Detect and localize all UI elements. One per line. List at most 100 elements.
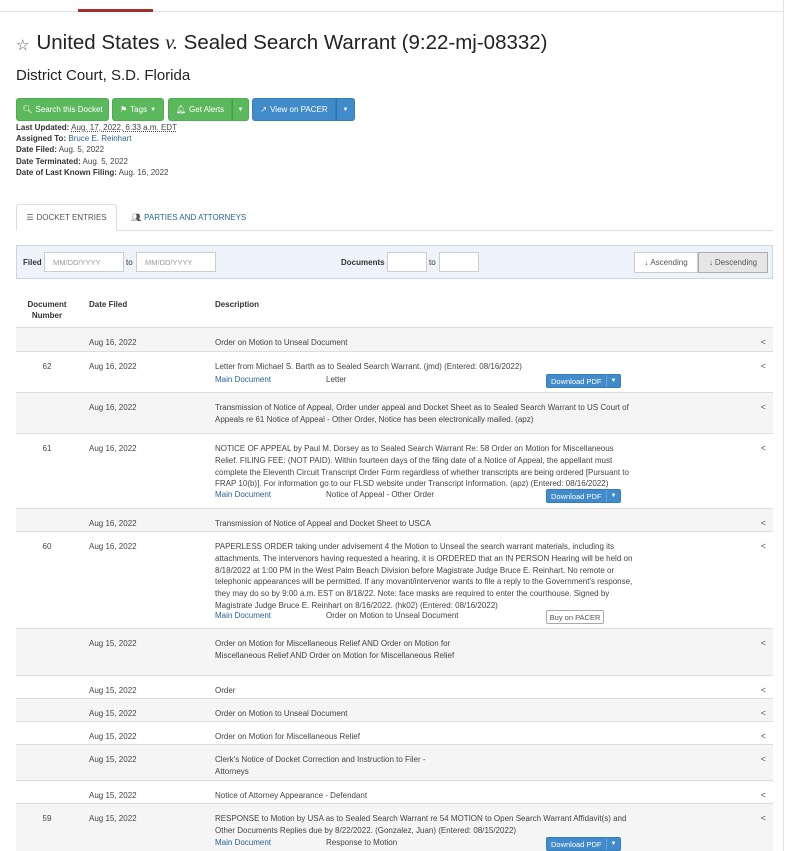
share-icon[interactable]: < <box>761 731 766 741</box>
share-icon[interactable]: < <box>761 685 766 695</box>
bell-icon: 🔔︎ <box>175 105 187 114</box>
search-docket-label: Search this Docket <box>35 105 103 114</box>
documents-label: Documents <box>341 258 385 267</box>
entry-date: Aug 15, 2022 <box>89 709 137 718</box>
entry-date: Aug 15, 2022 <box>89 814 137 823</box>
filed-end-date-input[interactable]: MM/DD/YYYY <box>136 252 216 272</box>
view-on-pacer-button[interactable]: ↗ View on PACER <box>252 98 336 121</box>
court-name: District Court, S.D. Florida <box>16 67 191 84</box>
download-pdf-label: Download PDF <box>551 376 602 386</box>
chevron-down-icon: ▼ <box>150 106 157 113</box>
title-plaintiff: United States <box>36 31 160 54</box>
search-docket-button[interactable]: 🔍︎ Search this Docket <box>16 98 109 121</box>
date-filed-label: Date Filed: <box>16 145 57 155</box>
share-icon[interactable]: < <box>761 790 766 800</box>
download-pdf-button[interactable]: Download PDF ▼ <box>546 837 621 851</box>
entry-description: Clerk's Notice of Docket Correction and … <box>215 755 426 776</box>
main-document-link[interactable]: Main Document <box>215 490 271 499</box>
share-icon[interactable]: < <box>761 813 766 823</box>
column-header-doc-number: Document Number <box>16 299 78 321</box>
share-icon[interactable]: < <box>761 337 766 347</box>
entry-description: Notice of Attorney Appearance - Defendan… <box>215 791 368 800</box>
documents-to-label: to <box>429 258 436 267</box>
star-icon[interactable]: ☆ <box>16 36 29 54</box>
last-updated-value: Aug. 17, 2022, 6:33 a.m. EDT <box>71 123 177 132</box>
get-alerts-button[interactable]: 🔔︎ Get Alerts <box>168 98 232 121</box>
date-filed-value: Aug. 5, 2022 <box>58 145 105 155</box>
filed-label: Filed <box>23 258 42 267</box>
entry-description: PAPERLESS ORDER taking under advisement … <box>215 542 633 610</box>
alerts-dropdown-toggle[interactable]: ▼ <box>232 98 249 121</box>
documents-start-input[interactable] <box>387 252 427 272</box>
main-document-link[interactable]: Main Document <box>215 611 271 620</box>
chevron-down-icon[interactable]: ▼ <box>606 375 620 387</box>
entry-date: Aug 16, 2022 <box>89 403 137 412</box>
entry-description: Transmission of Notice of Appeal and Doc… <box>215 519 431 528</box>
table-row: Aug 16, 2022 Order on Motion to Unseal D… <box>16 327 773 351</box>
chevron-down-icon[interactable]: ▼ <box>606 838 620 850</box>
table-row: Aug 16, 2022 Transmission of Notice of A… <box>16 392 773 433</box>
entry-date: Aug 15, 2022 <box>89 732 137 741</box>
entry-description: Order on Motion for Miscellaneous Relief… <box>215 639 455 660</box>
entry-date: Aug 15, 2022 <box>89 686 137 695</box>
table-row: 62 Aug 16, 2022 Letter from Michael S. B… <box>16 351 773 392</box>
assigned-to-label: Assigned To: <box>16 134 67 144</box>
entry-description: Order on Motion for Miscellaneous Relief <box>215 732 360 741</box>
documents-end-input[interactable] <box>439 252 479 272</box>
tab-parties-and-attorneys[interactable]: 👥︎ PARTIES AND ATTORNEYS <box>131 204 246 231</box>
entry-date: Aug 15, 2022 <box>89 755 137 764</box>
table-row: Aug 15, 2022 Order on Motion for Miscell… <box>16 721 773 744</box>
pacer-dropdown-toggle[interactable]: ▼ <box>336 98 355 121</box>
entry-description: NOTICE OF APPEAL by Paul M. Dorsey as to… <box>215 444 629 489</box>
buy-on-pacer-button[interactable]: Buy on PACER <box>546 610 604 624</box>
share-icon[interactable]: < <box>761 638 766 648</box>
list-icon: ☰ <box>26 213 34 222</box>
action-buttons: 🔍︎ Search this Docket ⚑ Tags ▼ 🔔︎ Get Al… <box>16 98 355 121</box>
tab-parties-label: PARTIES AND ATTORNEYS <box>144 213 247 222</box>
share-icon[interactable]: < <box>761 754 766 764</box>
entry-description: RESPONSE to Motion by USA as to Sealed S… <box>215 814 627 835</box>
share-icon[interactable]: < <box>761 518 766 528</box>
share-icon[interactable]: < <box>761 541 766 551</box>
entry-date: Aug 15, 2022 <box>89 639 137 648</box>
chevron-down-icon: ▼ <box>237 106 244 113</box>
sort-descending-button[interactable]: ↓ Descending <box>698 252 768 273</box>
download-pdf-label: Download PDF <box>551 839 602 849</box>
main-document-link[interactable]: Main Document <box>215 375 271 384</box>
sort-ascending-button[interactable]: ↓ Ascending <box>634 252 698 273</box>
assigned-to-value[interactable]: Bruce E. Reinhart <box>68 134 131 143</box>
share-icon[interactable]: < <box>761 361 766 371</box>
entry-date: Aug 16, 2022 <box>89 519 137 528</box>
search-icon: 🔍︎ <box>22 105 33 114</box>
last-filing-label: Date of Last Known Filing: <box>16 167 117 177</box>
date-terminated-label: Date Terminated: <box>16 156 81 166</box>
table-row: 60 Aug 16, 2022 PAPERLESS ORDER taking u… <box>16 531 773 628</box>
download-pdf-button[interactable]: Download PDF ▼ <box>546 489 621 503</box>
entry-date: Aug 15, 2022 <box>89 791 137 800</box>
download-pdf-button[interactable]: Download PDF ▼ <box>546 374 621 388</box>
sort-ascending-icon: ↓ <box>644 258 649 267</box>
main-document-link[interactable]: Main Document <box>215 838 271 847</box>
entry-date: Aug 16, 2022 <box>89 338 137 347</box>
entry-description: Transmission of Notice of Appeal, Order … <box>215 403 629 424</box>
case-metadata: Last Updated: Aug. 17, 2022, 6:33 a.m. E… <box>16 122 177 178</box>
document-type: Order on Motion to Unseal Document <box>326 611 459 620</box>
entry-number: 61 <box>42 444 52 453</box>
share-icon[interactable]: < <box>761 708 766 718</box>
entry-description: Order <box>215 686 236 695</box>
share-icon[interactable]: < <box>761 443 766 453</box>
tags-button[interactable]: ⚑ Tags ▼ <box>112 98 164 121</box>
filed-start-date-input[interactable]: MM/DD/YYYY <box>44 252 124 272</box>
entry-number: 62 <box>42 362 52 371</box>
chevron-down-icon[interactable]: ▼ <box>606 490 620 502</box>
tab-docket-entries[interactable]: ☰ DOCKET ENTRIES <box>16 204 117 231</box>
date-terminated-value: Aug. 5, 2022 <box>82 156 128 166</box>
table-row: 61 Aug 16, 2022 NOTICE OF APPEAL by Paul… <box>16 433 773 508</box>
title-defendant: Sealed Search Warrant (9:22-mj-08332) <box>183 31 548 54</box>
share-icon[interactable]: < <box>761 402 766 412</box>
tab-docket-entries-label: DOCKET ENTRIES <box>36 213 107 222</box>
filed-to-label: to <box>126 258 133 267</box>
view-on-pacer-label: View on PACER <box>270 105 328 114</box>
download-pdf-label: Download PDF <box>551 491 602 501</box>
sort-descending-label: Descending <box>714 258 758 267</box>
